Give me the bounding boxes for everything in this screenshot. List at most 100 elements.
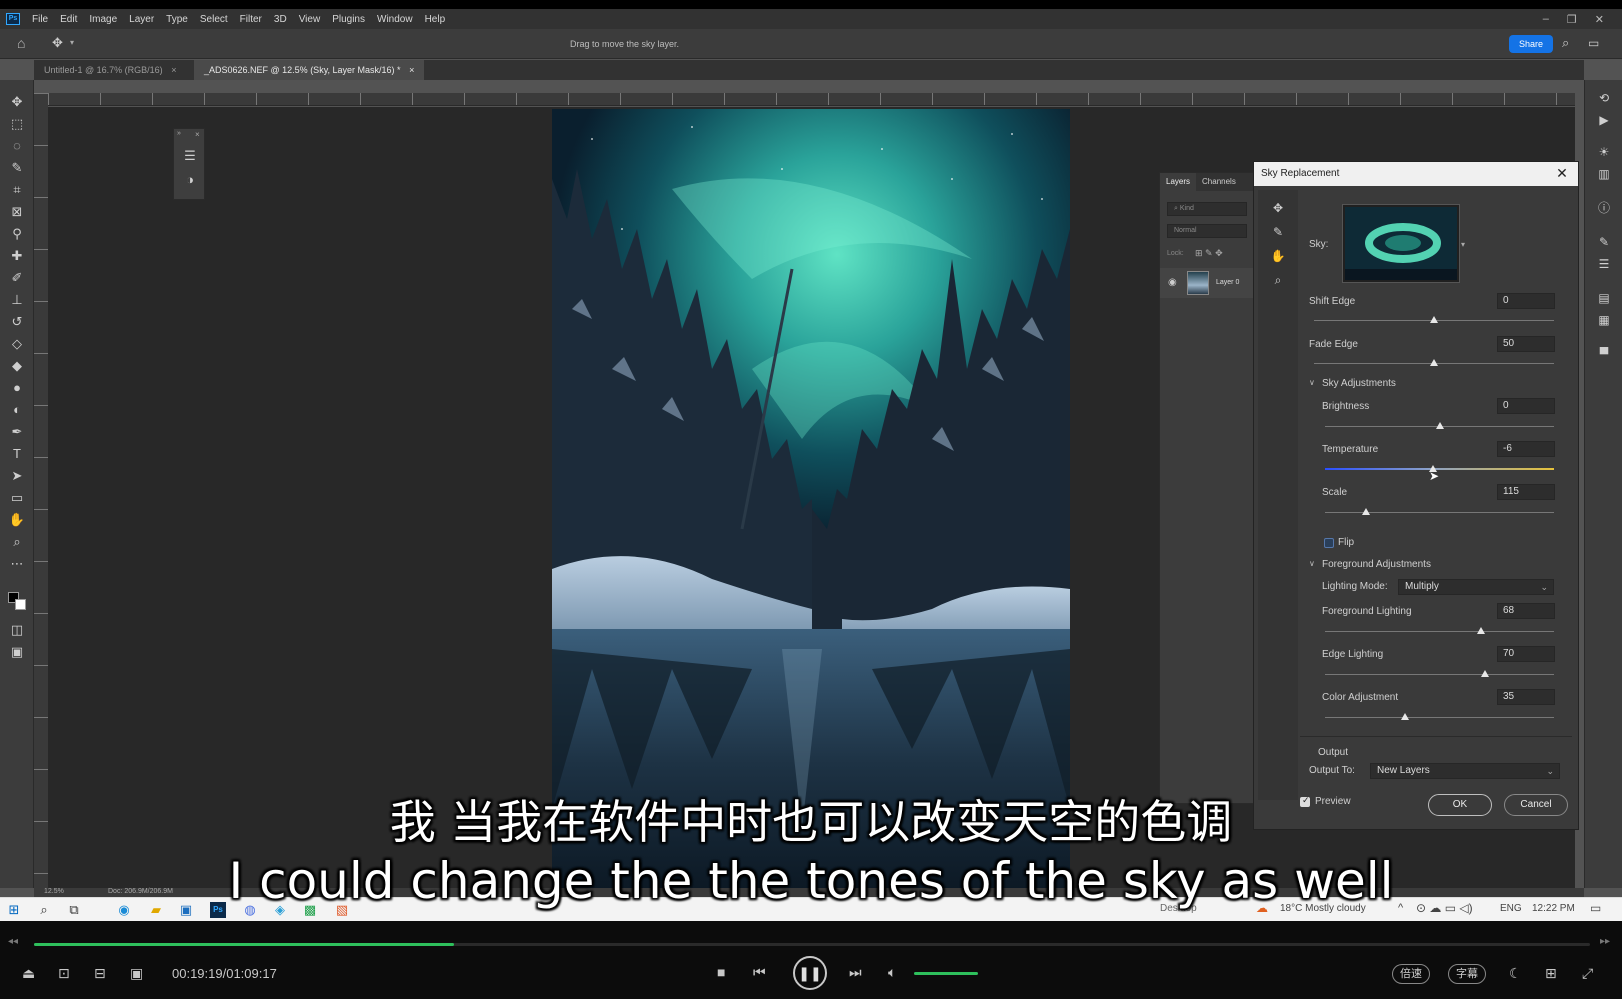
hand-tool-icon[interactable]: ✋ — [8, 512, 26, 528]
brush-settings-icon[interactable]: ✎ — [1596, 234, 1612, 250]
move-tool-icon[interactable]: ✥ — [8, 94, 26, 110]
shift-edge-value[interactable]: 0 — [1497, 293, 1555, 309]
eject-icon[interactable]: ⏏ — [22, 965, 35, 982]
libraries-icon[interactable]: ▤ — [1596, 290, 1612, 306]
properties-icon[interactable]: ☰ — [181, 147, 199, 165]
adjustments-icon[interactable]: ☰ — [1596, 256, 1612, 272]
blend-mode-select[interactable]: Normal — [1167, 224, 1247, 238]
collapse-icon[interactable]: » — [177, 130, 181, 137]
lighting-mode-select[interactable]: Multiply ⌄ — [1398, 579, 1554, 595]
fade-edge-value[interactable]: 50 — [1497, 336, 1555, 352]
color-adjustment-track[interactable] — [1325, 717, 1554, 718]
brush-tool-icon[interactable]: ✐ — [8, 270, 26, 286]
tab-ads0626[interactable]: _ADS0626.NEF @ 12.5% (Sky, Layer Mask/16… — [194, 60, 425, 80]
chevron-down-icon[interactable]: ▾ — [1461, 240, 1465, 249]
close-window-icon[interactable]: ✕ — [1595, 13, 1604, 26]
fade-edge-slider-thumb[interactable] — [1430, 359, 1438, 366]
stamp-tool-icon[interactable]: ⊥ — [8, 292, 26, 308]
close-tab-icon[interactable]: × — [409, 65, 414, 75]
screenshot-icon[interactable]: ⊡ — [58, 965, 70, 982]
adjustment-circle-icon[interactable]: ◑ — [181, 171, 199, 189]
box-icon[interactable]: ⊞ — [1545, 965, 1557, 982]
foreground-lighting-value[interactable]: 68 — [1497, 603, 1555, 619]
flip-checkbox[interactable] — [1324, 538, 1334, 548]
screen-mode-icon[interactable]: ▣ — [8, 644, 26, 660]
sky-brush-icon[interactable]: ✎ — [1270, 224, 1286, 240]
marquee-tool-icon[interactable]: ⬚ — [8, 116, 26, 132]
zoom-tool-icon[interactable]: ⌕ — [1270, 272, 1286, 288]
volume-slider[interactable] — [914, 972, 978, 975]
path-select-icon[interactable]: ➤ — [8, 468, 26, 484]
menu-3d[interactable]: 3D — [268, 14, 293, 25]
cast-icon[interactable]: ⊟ — [94, 965, 106, 982]
menu-image[interactable]: Image — [83, 14, 123, 25]
restore-icon[interactable]: ❐ — [1567, 13, 1577, 26]
scale-value[interactable]: 115 — [1497, 484, 1555, 500]
menu-layer[interactable]: Layer — [123, 14, 160, 25]
menu-select[interactable]: Select — [194, 14, 234, 25]
zoom-tool-icon[interactable]: ⌕ — [8, 534, 26, 550]
plugin-icon[interactable]: ▀ — [1596, 346, 1612, 362]
brightness-slider-thumb[interactable] — [1435, 422, 1444, 429]
brightness-value[interactable]: 0 — [1497, 398, 1555, 414]
rectangle-tool-icon[interactable]: ▭ — [8, 490, 26, 506]
foreground-lighting-track[interactable] — [1325, 631, 1554, 632]
subtitle-button[interactable]: 字幕 — [1448, 964, 1486, 984]
hand-tool-icon[interactable]: ✋ — [1270, 248, 1286, 264]
fullscreen-icon[interactable]: ⤢ — [1582, 965, 1593, 982]
close-icon[interactable]: × — [195, 130, 200, 139]
foreground-lighting-slider-thumb[interactable] — [1476, 627, 1485, 634]
search-icon[interactable]: ⌕ — [1562, 35, 1569, 51]
close-tab-icon[interactable]: × — [171, 65, 176, 75]
lasso-tool-icon[interactable]: ◌ — [8, 138, 26, 154]
eyedropper-tool-icon[interactable]: ⚲ — [8, 226, 26, 242]
color-adjustment-slider-thumb[interactable] — [1401, 713, 1410, 720]
tab-channels[interactable]: Channels — [1196, 173, 1242, 191]
menu-filter[interactable]: Filter — [234, 14, 268, 25]
menu-plugins[interactable]: Plugins — [326, 14, 371, 25]
tab-layers[interactable]: Layers — [1160, 173, 1197, 191]
edge-lighting-track[interactable] — [1325, 674, 1554, 675]
temperature-value[interactable]: -6 — [1497, 441, 1555, 457]
crop-tool-icon[interactable]: ⌗ — [8, 182, 26, 198]
blur-tool-icon[interactable]: ● — [8, 380, 26, 396]
background-color-swatch[interactable] — [15, 599, 26, 610]
edge-lighting-slider-thumb[interactable] — [1481, 670, 1490, 677]
foreground-adjustments-header[interactable]: Foreground Adjustments — [1322, 559, 1431, 570]
speed-button[interactable]: 倍速 — [1392, 964, 1430, 984]
forward-icon[interactable]: ▸▸ — [1600, 936, 1610, 947]
quick-select-tool-icon[interactable]: ✎ — [8, 160, 26, 176]
quick-mask-icon[interactable]: ◫ — [8, 622, 26, 638]
move-tool-icon[interactable]: ✥ — [1270, 200, 1286, 216]
menu-window[interactable]: Window — [371, 14, 419, 25]
menu-view[interactable]: View — [293, 14, 327, 25]
move-tool-icon[interactable]: ✥ — [52, 35, 63, 51]
subtitle-settings-icon[interactable]: ▣ — [130, 965, 143, 982]
workspace-icon[interactable]: ▭ — [1588, 36, 1599, 50]
healing-brush-icon[interactable]: ✚ — [8, 248, 26, 264]
scale-track[interactable] — [1325, 512, 1554, 513]
measure-icon[interactable]: ▥ — [1596, 166, 1612, 182]
layer-name[interactable]: Layer 0 — [1216, 279, 1239, 286]
eraser-tool-icon[interactable]: ◇ — [8, 336, 26, 352]
history-brush-icon[interactable]: ↺ — [8, 314, 26, 330]
info-icon[interactable]: ⓘ — [1596, 200, 1612, 216]
temperature-gradient-track[interactable] — [1325, 468, 1554, 470]
output-to-select[interactable]: New Layers ⌄ — [1370, 763, 1560, 779]
chevron-down-icon[interactable]: ▾ — [70, 38, 74, 47]
scale-slider-thumb[interactable] — [1362, 508, 1371, 515]
actions-play-icon[interactable]: ▶ — [1596, 112, 1612, 128]
more-tools-icon[interactable]: ⋯ — [8, 556, 26, 572]
chevron-down-icon[interactable]: ∨ — [1309, 378, 1315, 387]
minimize-icon[interactable]: – — [1543, 13, 1549, 26]
frame-tool-icon[interactable]: ⊠ — [8, 204, 26, 220]
tab-untitled[interactable]: Untitled-1 @ 16.7% (RGB/16) × — [34, 60, 186, 80]
lock-pixels-icon[interactable]: ⊞ ✎ ✥ — [1195, 248, 1223, 259]
visibility-eye-icon[interactable]: ◉ — [1168, 277, 1177, 288]
home-icon[interactable]: ⌂ — [17, 35, 25, 51]
chevron-down-icon[interactable]: ∨ — [1309, 559, 1315, 568]
light-icon[interactable]: ☀ — [1596, 144, 1612, 160]
sky-adjustments-header[interactable]: Sky Adjustments — [1322, 378, 1396, 389]
menu-file[interactable]: File — [26, 14, 54, 25]
type-tool-icon[interactable]: T — [8, 446, 26, 462]
